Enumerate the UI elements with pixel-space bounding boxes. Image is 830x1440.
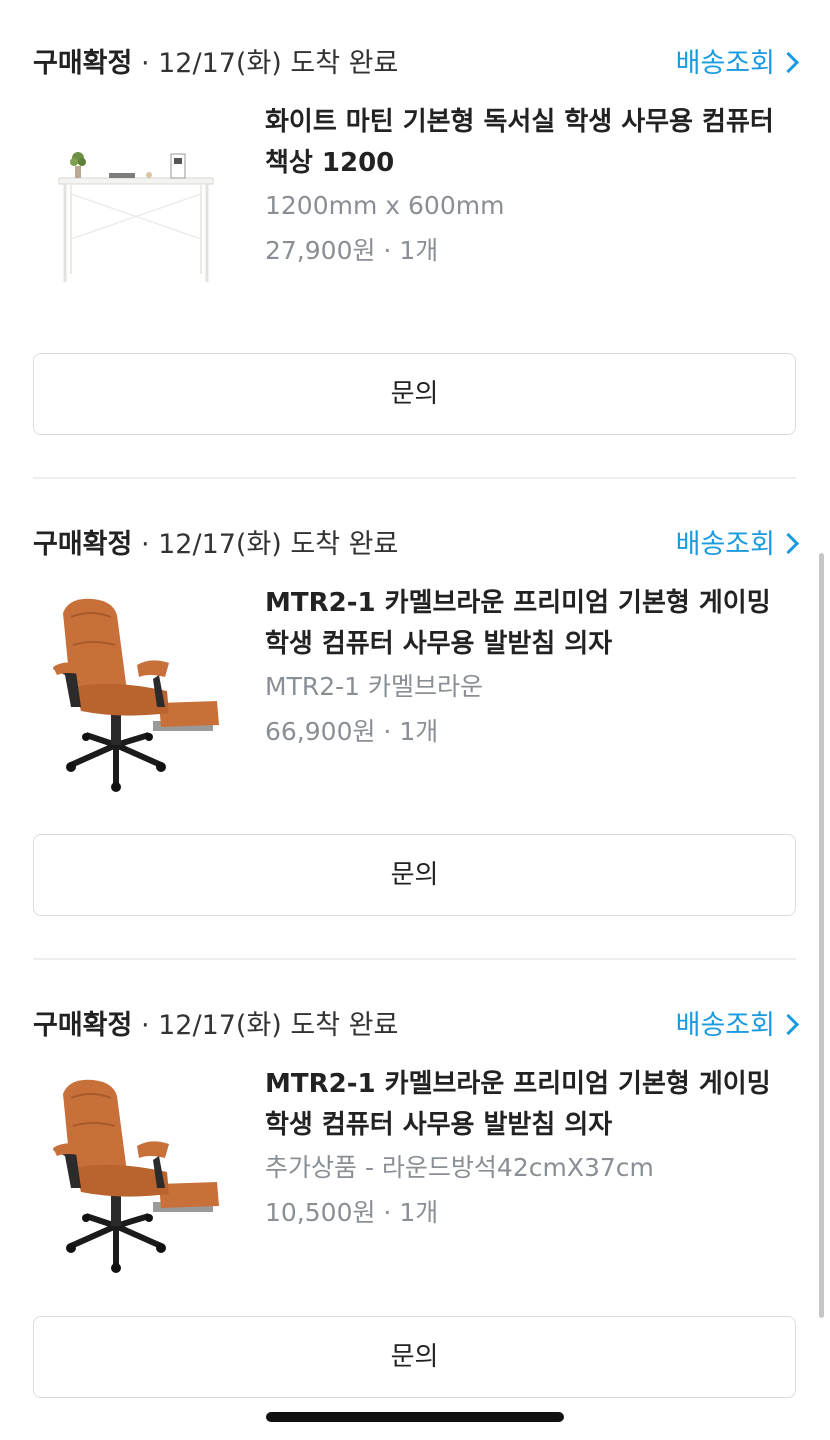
product-thumbnail[interactable] — [41, 595, 231, 795]
order-status: 구매확정 · 12/17(화) 도착 완료 — [33, 525, 398, 565]
scrollbar[interactable] — [819, 553, 824, 1318]
arrival-info: · 12/17(화) 도착 완료 — [132, 529, 399, 560]
product-option: MTR2-1 카멜브라운 — [265, 672, 483, 701]
inquiry-button[interactable]: 문의 — [33, 834, 796, 916]
order-header: 구매확정 · 12/17(화) 도착 완료 배송조회 — [33, 1006, 800, 1046]
product-info: MTR2-1 카멜브라운 프리미엄 기본형 게이밍 학생 컴퓨터 사무용 발받침… — [265, 583, 800, 755]
order-card: 구매확정 · 12/17(화) 도착 완료 배송조회 MTR2-1 카멜브라운 … — [33, 525, 800, 917]
chevron-right-icon — [777, 51, 800, 74]
product-name[interactable]: MTR2-1 카멜브라운 프리미엄 기본형 게이밍 학생 컴퓨터 사무용 발받침… — [265, 583, 800, 665]
order-status: 구매확정 · 12/17(화) 도착 완료 — [33, 1006, 398, 1046]
product-info: MTR2-1 카멜브라운 프리미엄 기본형 게이밍 학생 컴퓨터 사무용 발받침… — [265, 1064, 800, 1236]
desk-image — [58, 152, 214, 282]
product-option: 추가상품 - 라운드방석42cmX37cm — [265, 1153, 654, 1182]
product-thumbnail[interactable] — [41, 114, 231, 314]
track-delivery-link[interactable]: 배송조회 — [675, 1006, 800, 1046]
track-delivery-link[interactable]: 배송조회 — [675, 44, 800, 84]
order-header: 구매확정 · 12/17(화) 도착 완료 배송조회 — [33, 525, 800, 565]
order-card: 구매확정 · 12/17(화) 도착 완료 배송조회 MTR2-1 카멜브라운 … — [33, 1006, 800, 1398]
product-option: 1200mm x 600mm — [265, 191, 505, 220]
inquiry-button[interactable]: 문의 — [33, 1316, 796, 1398]
arrival-info: · 12/17(화) 도착 완료 — [132, 1010, 399, 1041]
home-indicator[interactable] — [266, 1412, 564, 1422]
chair-image — [53, 598, 219, 792]
arrival-info: · 12/17(화) 도착 완료 — [132, 48, 399, 79]
product-info: 화이트 마틴 기본형 독서실 학생 사무용 컴퓨터 책상 1200 1200mm… — [265, 102, 800, 274]
order-header: 구매확정 · 12/17(화) 도착 완료 배송조회 — [33, 44, 800, 84]
chevron-right-icon — [777, 532, 800, 555]
purchase-confirmed-label: 구매확정 — [33, 529, 133, 560]
order-status: 구매확정 · 12/17(화) 도착 완료 — [33, 44, 398, 84]
price-quantity: 10,500원 · 1개 — [265, 1198, 439, 1227]
order-card: 구매확정 · 12/17(화) 도착 완료 배송조회 화이트 마틴 기본형 독서… — [33, 44, 800, 436]
chevron-right-icon — [777, 1013, 800, 1036]
purchase-confirmed-label: 구매확정 — [33, 1010, 133, 1041]
product-name[interactable]: MTR2-1 카멜브라운 프리미엄 기본형 게이밍 학생 컴퓨터 사무용 발받침… — [265, 1064, 800, 1146]
track-delivery-link[interactable]: 배송조회 — [675, 525, 800, 565]
divider — [33, 958, 796, 960]
price-quantity: 66,900원 · 1개 — [265, 717, 439, 746]
chair-image — [53, 1079, 219, 1273]
track-delivery-label: 배송조회 — [675, 1010, 775, 1041]
track-delivery-label: 배송조회 — [675, 48, 775, 79]
product-name[interactable]: 화이트 마틴 기본형 독서실 학생 사무용 컴퓨터 책상 1200 — [265, 102, 800, 184]
inquiry-button[interactable]: 문의 — [33, 353, 796, 435]
divider — [33, 477, 796, 479]
product-thumbnail[interactable] — [41, 1076, 231, 1276]
purchase-confirmed-label: 구매확정 — [33, 48, 133, 79]
track-delivery-label: 배송조회 — [675, 529, 775, 560]
price-quantity: 27,900원 · 1개 — [265, 236, 439, 265]
